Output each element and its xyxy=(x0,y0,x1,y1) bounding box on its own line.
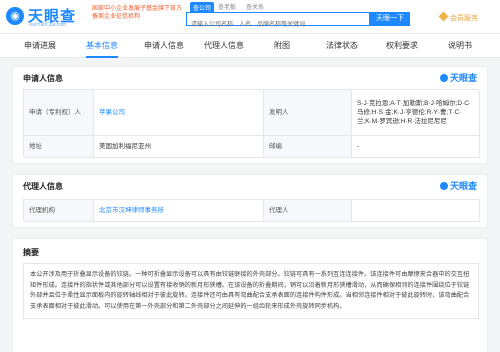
agent-section-title: 代理人信息 xyxy=(23,182,63,191)
search-button[interactable]: 天眼一下 xyxy=(370,12,410,26)
abstract-text: 本公开涉及用于折叠显示设备的铰链。一种可折叠显示设备可以具有由铰链联接的外壳部分… xyxy=(23,263,479,319)
address-value: 美国加利福尼亚州 xyxy=(94,136,264,158)
search-tab-boss[interactable]: 查老板 xyxy=(218,2,236,11)
agency-label: 代理机构 xyxy=(24,200,94,222)
logo-subtext: TianYanCha.com xyxy=(28,22,67,28)
member-service-link[interactable]: 会员服务 xyxy=(438,11,478,23)
agency-link[interactable]: 北京市汉坤律师事务所 xyxy=(99,206,164,215)
site-logo[interactable]: ◉ 天眼查 TianYanCha.com xyxy=(6,5,88,29)
agent-label: 代理人 xyxy=(264,200,352,222)
search-input[interactable] xyxy=(187,19,367,31)
agent-value xyxy=(352,200,480,222)
abstract-card: 摘要 本公开涉及用于折叠显示设备的铰链。一种可折叠显示设备可以具有由铰链联接的外… xyxy=(12,238,488,352)
detail-tab-nav: 申请进展 基本信息 申请人信息 代理人信息 附图 法律状态 权利要求 说明书 xyxy=(0,34,500,58)
applicant-section-title: 申请人信息 xyxy=(23,74,63,83)
brand-eye-icon xyxy=(439,182,448,190)
applicant-link[interactable]: 苹果公司 xyxy=(99,108,125,117)
brand-text: 天眼查 xyxy=(449,73,477,83)
top-header: ◉ 天眼查 TianYanCha.com 国家中小企业发展子基金旗下官方备案企业… xyxy=(0,0,500,34)
search-tab-relation[interactable]: 查关系 xyxy=(246,2,264,11)
applicant-value: 苹果公司 xyxy=(94,90,264,136)
applicant-table: 申请（专利权）人 苹果公司 发明人 S·J·克拉恩;A·T·加勒斯;B·J·哈姆… xyxy=(23,89,480,158)
abstract-title: 摘要 xyxy=(23,248,39,257)
inventor-value: S·J·克拉恩;A·T·加勒斯;B·J·哈姆尔;D·C·马修;H·S·金;K·J… xyxy=(352,90,480,136)
applicant-brand-logo: 天眼查 xyxy=(439,71,477,84)
agent-info-card: 代理人信息 天眼查 代理机构 北京市汉坤律师事务所 代理人 xyxy=(12,174,488,228)
applicant-info-card: 申请人信息 天眼查 申请（专利权）人 苹果公司 发明人 S·J·克拉恩;A·T·… xyxy=(12,66,488,164)
brand-text: 天眼查 xyxy=(449,181,477,191)
member-diamond-icon xyxy=(438,11,449,22)
address-label: 地址 xyxy=(24,136,94,158)
tab-applicant-info[interactable]: 申请人信息 xyxy=(144,34,184,58)
postcode-value: - xyxy=(352,136,480,158)
tab-drawings[interactable]: 附图 xyxy=(274,34,290,58)
member-label: 会员服务 xyxy=(450,15,478,22)
tab-agent-info[interactable]: 代理人信息 xyxy=(204,34,244,58)
tab-application-progress[interactable]: 申请进展 xyxy=(24,34,56,58)
tab-basic-info[interactable]: 基本信息 xyxy=(86,34,118,58)
agent-brand-logo: 天眼查 xyxy=(439,179,477,192)
agency-value: 北京市汉坤律师事务所 xyxy=(94,200,264,222)
logo-eye-icon: ◉ xyxy=(6,7,24,25)
applicant-label: 申请（专利权）人 xyxy=(24,90,94,136)
tab-description[interactable]: 说明书 xyxy=(448,34,472,58)
inventor-label: 发明人 xyxy=(264,90,352,136)
search-box xyxy=(186,12,370,31)
tab-claims[interactable]: 权利要求 xyxy=(386,34,418,58)
brand-eye-icon xyxy=(439,74,448,82)
postcode-label: 邮编 xyxy=(264,136,352,158)
tab-legal-status[interactable]: 法律状态 xyxy=(326,34,358,58)
promo-banner[interactable]: 国家中小企业发展子基金旗下官方备案企业征信机构 xyxy=(92,5,182,21)
agent-table: 代理机构 北京市汉坤律师事务所 代理人 xyxy=(23,199,480,222)
